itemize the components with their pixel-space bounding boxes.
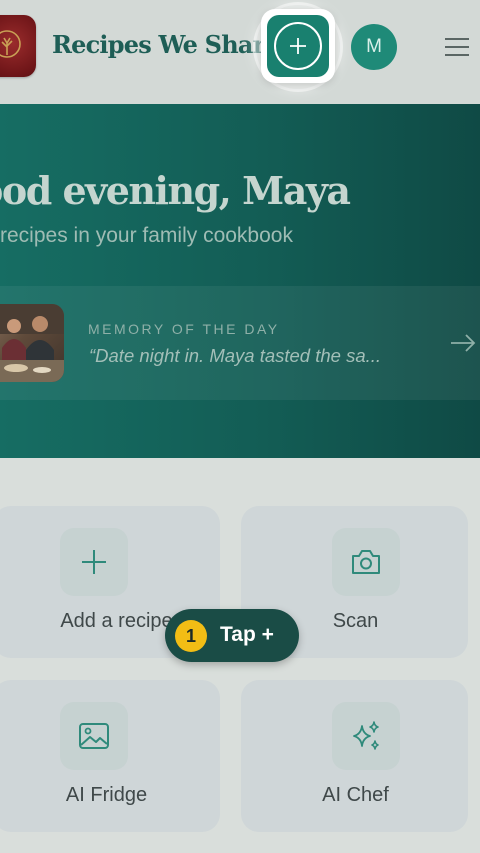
memory-quote: “Date night in. Maya tasted the sa... — [89, 345, 382, 366]
add-recipe-button[interactable] — [261, 9, 335, 83]
memory-photo — [0, 304, 64, 382]
avatar[interactable]: M — [351, 24, 397, 70]
greeting-subtitle: recipes in your family cookbook — [0, 224, 293, 247]
onboarding-tooltip[interactable]: 1 Tap + — [165, 609, 299, 662]
memory-of-the-day-card[interactable]: MEMORY OF THE DAY “Date night in. Maya t… — [0, 286, 480, 400]
hero-section: ood evening, Maya recipes in your family… — [0, 104, 480, 458]
app-title: Recipes We Share — [52, 30, 280, 59]
image-icon — [79, 723, 109, 749]
arrow-right-icon[interactable] — [450, 333, 476, 353]
plus-icon — [82, 550, 106, 574]
sparkles-icon — [353, 721, 379, 750]
tooltip-text: Tap + — [220, 623, 274, 646]
tree-icon — [0, 30, 21, 58]
camera-icon — [352, 550, 380, 574]
ai-fridge-tile[interactable]: AI Fridge — [0, 680, 220, 832]
memory-label: MEMORY OF THE DAY — [88, 321, 280, 337]
greeting-title: ood evening, Maya — [0, 168, 351, 213]
app-header: Recipes We Share M — [0, 0, 480, 104]
plus-icon — [290, 38, 306, 54]
ai-chef-tile[interactable]: AI Chef — [241, 680, 468, 832]
hamburger-menu-icon[interactable] — [444, 37, 470, 57]
step-badge: 1 — [175, 620, 207, 652]
app-logo[interactable] — [0, 15, 36, 77]
tile-label: AI Fridge — [65, 784, 148, 806]
tile-label: AI Chef — [322, 784, 389, 806]
